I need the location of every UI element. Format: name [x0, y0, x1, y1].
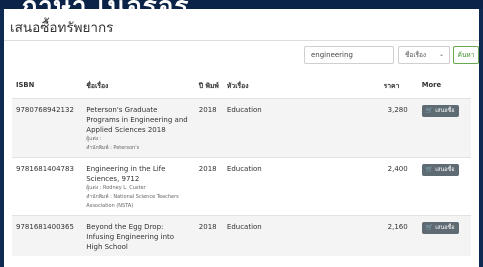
- search-button[interactable]: ค้นหา: [453, 46, 479, 64]
- propose-button[interactable]: 🛒 เสนอซื้อ: [421, 222, 459, 234]
- propose-label: เสนอซื้อ: [435, 108, 455, 114]
- cell-year: 2018: [194, 157, 223, 216]
- propose-label: เสนอซื้อ: [435, 225, 455, 231]
- search-field-select[interactable]: ชื่อเรื่อง ⌄: [398, 46, 450, 64]
- cell-price: 2,400: [379, 157, 418, 216]
- cell-isbn: 9780768942132: [12, 98, 83, 158]
- cell-subject: Education: [222, 157, 380, 216]
- page-title: เสนอซื้อทรัพยากร: [10, 20, 114, 36]
- cell-subject: Education: [222, 98, 380, 158]
- cart-icon: 🛒: [425, 224, 434, 231]
- header-price: ราคา: [383, 81, 400, 90]
- header-year: ปี พิมพ์: [198, 81, 219, 90]
- cell-isbn: 9781681404783: [12, 157, 83, 216]
- cart-icon: 🛒: [425, 107, 434, 114]
- cell-price: 3,280: [379, 98, 418, 158]
- book-publisher: สำนักพิมพ์ : Peterson's: [86, 145, 140, 151]
- book-author: ผู้แต่ง : Rodney L. Custer: [86, 185, 146, 191]
- book-title: Beyond the Egg Drop: Infusing Engineerin…: [86, 223, 175, 251]
- header-isbn: ISBN: [16, 81, 35, 89]
- cell-isbn: 9781681400365: [12, 215, 83, 256]
- banner-text: ภาษา เนอรีอร: [20, 0, 189, 9]
- propose-button[interactable]: 🛒 เสนอซื้อ: [421, 105, 459, 117]
- cell-subject: Education: [222, 215, 380, 256]
- cell-price: 2,160: [379, 215, 418, 256]
- table-row: 9781681404783 Engineering in the Life Sc…: [12, 157, 471, 216]
- chevron-down-icon: ⌄: [438, 51, 444, 58]
- cell-more: 🛒 เสนอซื้อ: [417, 215, 471, 256]
- table-header-row: ISBN ชื่อเรื่อง ปี พิมพ์ หัวเรื่อง ราคา …: [12, 72, 471, 99]
- table-row: 9780768942132 Peterson's Graduate Progra…: [12, 98, 471, 158]
- cell-title: Engineering in the Life Sciences, 9712 ผ…: [82, 157, 195, 216]
- cell-year: 2018: [194, 215, 223, 256]
- select-value: ชื่อเรื่อง: [405, 51, 427, 59]
- propose-label: เสนอซื้อ: [435, 167, 455, 173]
- cart-icon: 🛒: [425, 166, 434, 173]
- results-table: ISBN ชื่อเรื่อง ปี พิมพ์ หัวเรื่อง ราคา …: [12, 72, 471, 256]
- book-author: ผู้แต่ง :: [86, 136, 102, 142]
- cell-title: Peterson's Graduate Programs in Engineer…: [82, 98, 195, 158]
- cell-more: 🛒 เสนอซื้อ: [417, 157, 471, 216]
- divider: [4, 40, 479, 41]
- header-title: ชื่อเรื่อง: [86, 81, 109, 90]
- propose-button[interactable]: 🛒 เสนอซื้อ: [421, 164, 459, 176]
- header-more: More: [421, 81, 442, 89]
- background-banner: ภาษา เนอรีอร: [0, 0, 483, 9]
- book-publisher: สำนักพิมพ์ : National Science Teachers A…: [86, 194, 179, 209]
- cell-year: 2018: [194, 98, 223, 158]
- book-title: Engineering in the Life Sciences, 9712: [86, 165, 166, 183]
- header-subject: หัวเรื่อง: [226, 81, 249, 90]
- table-row: 9781681400365 Beyond the Egg Drop: Infus…: [12, 215, 471, 256]
- search-input[interactable]: [304, 46, 394, 64]
- book-title: Peterson's Graduate Programs in Engineer…: [86, 106, 188, 134]
- cell-title: Beyond the Egg Drop: Infusing Engineerin…: [82, 215, 195, 256]
- cell-more: 🛒 เสนอซื้อ: [417, 98, 471, 158]
